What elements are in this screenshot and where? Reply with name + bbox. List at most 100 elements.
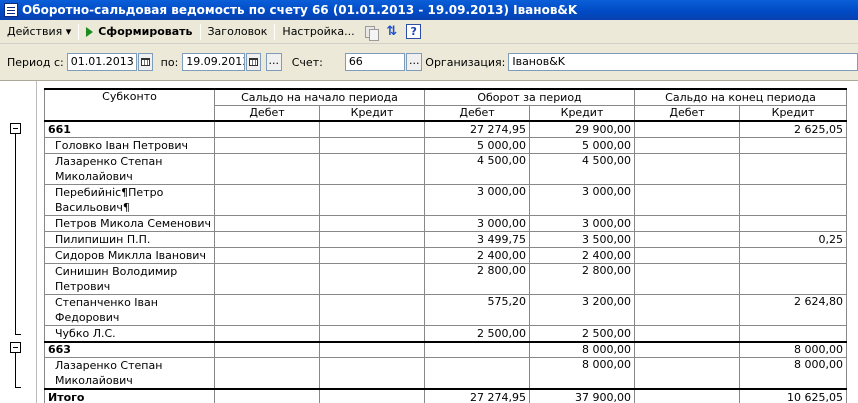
cell-closing-credit [739,262,848,295]
header-closing-balance: Сальдо на конец периода [634,88,848,106]
cell-closing-debit [634,262,741,295]
settings-button[interactable]: Настройка... [278,23,358,40]
generate-label: Сформировать [98,25,193,38]
group-bracket-end [15,387,21,388]
gutter-divider [36,81,37,403]
cell-opening-debit [214,246,320,264]
cell-turnover-debit: 5 000,00 [424,136,531,154]
cell-turnover-credit: 3 200,00 [529,293,636,326]
table-row[interactable]: Степанченко Іван Федорович 575,20 3 200,… [44,293,848,326]
cell-closing-credit: 8 000,00 [739,340,848,358]
cell-turnover-credit: 2 400,00 [529,246,636,264]
header-subconto: Субконто [44,88,215,122]
cell-closing-credit: 8 000,00 [739,357,848,390]
cell-closing-debit [634,357,741,390]
period-to-label: по: [160,55,179,69]
header-turnover-debit: Дебет [424,104,531,122]
row-subconto: Лазаренко Степан Миколайович [44,152,215,185]
cell-closing-debit [634,324,741,342]
cell-opening-debit [214,388,320,403]
cell-turnover-debit [424,357,531,390]
cell-closing-debit [634,152,741,185]
account-field[interactable]: 66 [344,53,406,71]
actions-menu[interactable]: Действия ▾ [3,23,75,40]
row-subconto: 663 [44,340,215,358]
period-from-calendar-button[interactable] [137,53,153,71]
group-bracket-line [15,129,16,334]
cell-opening-credit [318,230,426,248]
table-row[interactable]: Лазаренко Степан Миколайович 8 000,00 8 … [44,357,848,390]
header-turnover-credit: Кредит [529,104,636,122]
table-row[interactable]: Пилипишин П.П. 3 499,75 3 500,00 0,25 [44,230,848,248]
cell-opening-credit [318,214,426,232]
header-closing-debit: Дебет [634,104,741,122]
row-subconto: Петров Микола Семенович [44,214,215,232]
cell-opening-debit [214,324,320,342]
period-select-button[interactable]: ... [265,53,282,71]
refresh-arrows-icon: ⇅ [386,24,398,39]
cell-turnover-debit: 27 274,95 [424,388,531,403]
cell-opening-credit [318,246,426,264]
row-subconto: Синишин Володимир Петрович [44,262,215,295]
cell-closing-credit: 2 625,05 [739,120,848,138]
cell-turnover-debit: 3 499,75 [424,230,531,248]
cell-turnover-credit: 3 000,00 [529,183,636,216]
collapse-group-663-icon[interactable] [10,342,21,353]
cell-opening-credit [318,293,426,326]
cell-closing-credit: 2 624,80 [739,293,848,326]
cell-opening-debit [214,340,320,358]
table-row[interactable]: Чубко Л.С. 2 500,00 2 500,00 [44,324,848,342]
cell-closing-credit [739,136,848,154]
refresh-button[interactable]: ⇅ [382,23,402,41]
help-icon: ? [406,24,422,39]
period-to-field[interactable]: 19.09.2013 [182,53,245,71]
table-row-total[interactable]: Итого 27 274,95 37 900,00 10 625,05 [44,388,848,403]
cell-opening-credit [318,388,426,403]
cell-turnover-credit: 2 500,00 [529,324,636,342]
copy-button[interactable] [360,23,380,41]
cell-opening-debit [214,293,320,326]
cell-opening-credit [318,152,426,185]
header-turnover: Оборот за период [424,88,636,106]
cell-opening-debit [214,136,320,154]
cell-closing-debit [634,246,741,264]
table-row[interactable]: Лазаренко Степан Миколайович 4 500,00 4 … [44,152,848,185]
collapse-group-661-icon[interactable] [10,123,21,134]
account-select-button[interactable]: ... [406,53,423,71]
table-row-group[interactable]: 661 27 274,95 29 900,00 2 625,05 [44,120,848,138]
calendar-icon [140,58,150,66]
row-subconto: Лазаренко Степан Миколайович [44,357,215,390]
row-subconto: Степанченко Іван Федорович [44,293,215,326]
cell-closing-credit [739,324,848,342]
cell-opening-debit [214,120,320,138]
cell-closing-credit [739,152,848,185]
header-opening-balance: Сальдо на начало периода [213,88,426,106]
period-from-field[interactable]: 01.01.2013 [66,53,137,71]
cell-opening-debit [214,152,320,185]
header-button[interactable]: Заголовок [204,23,272,40]
cell-turnover-debit: 3 000,00 [424,183,531,216]
toolbar-separator [78,23,80,40]
copy-icon [364,25,379,41]
cell-turnover-debit: 2 400,00 [424,246,531,264]
table-row[interactable]: Головко Іван Петрович 5 000,00 5 000,00 [44,136,848,154]
cell-closing-debit [634,340,741,358]
cell-closing-credit [739,183,848,216]
table-row-group[interactable]: 663 8 000,00 8 000,00 [44,340,848,358]
table-row[interactable]: Петров Микола Семенович 3 000,00 3 000,0… [44,214,848,232]
cell-opening-debit [214,230,320,248]
cell-closing-debit [634,214,741,232]
period-to-calendar-button[interactable] [245,53,261,71]
table-row[interactable]: Синишин Володимир Петрович 2 800,00 2 80… [44,262,848,295]
cell-closing-debit [634,388,741,403]
table-row[interactable]: Перебийніс¶Петро Васильович¶ 3 000,00 3 … [44,183,848,216]
table-row[interactable]: Сидоров Миклла Іванович 2 400,00 2 400,0… [44,246,848,264]
generate-button[interactable]: Сформировать [82,23,196,40]
help-button[interactable]: ? [404,23,424,41]
organization-field[interactable]: Іванов&K [508,53,858,71]
header-row: Субконто Сальдо на начало периода Оборот… [44,88,848,122]
organization-label: Организация: [425,55,506,69]
toolbar-separator [199,23,201,40]
cell-opening-credit [318,357,426,390]
filter-bar: Период с: 01.01.2013 по: 19.09.2013 ... … [0,50,858,74]
